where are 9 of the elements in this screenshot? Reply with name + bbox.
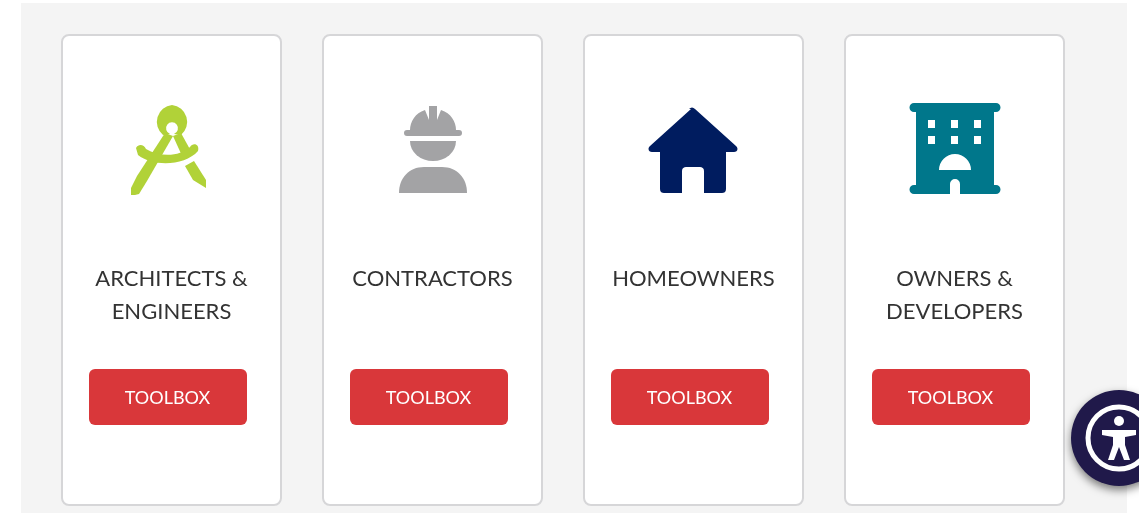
toolbox-button[interactable]: TOOLBOX (610, 369, 769, 425)
accessibility-icon (1083, 402, 1139, 474)
card-title: HOMEOWNERS (611, 263, 776, 293)
toolbox-button[interactable]: TOOLBOX (349, 369, 508, 425)
toolbox-button[interactable]: TOOLBOX (88, 369, 247, 425)
card-title: ARCHITECTS & ENGINEERS (94, 263, 249, 326)
toolbox-button[interactable]: TOOLBOX (871, 369, 1030, 425)
card-title: OWNERS & DEVELOPERS (885, 263, 1024, 326)
card-title: CONTRACTORS (351, 263, 514, 293)
